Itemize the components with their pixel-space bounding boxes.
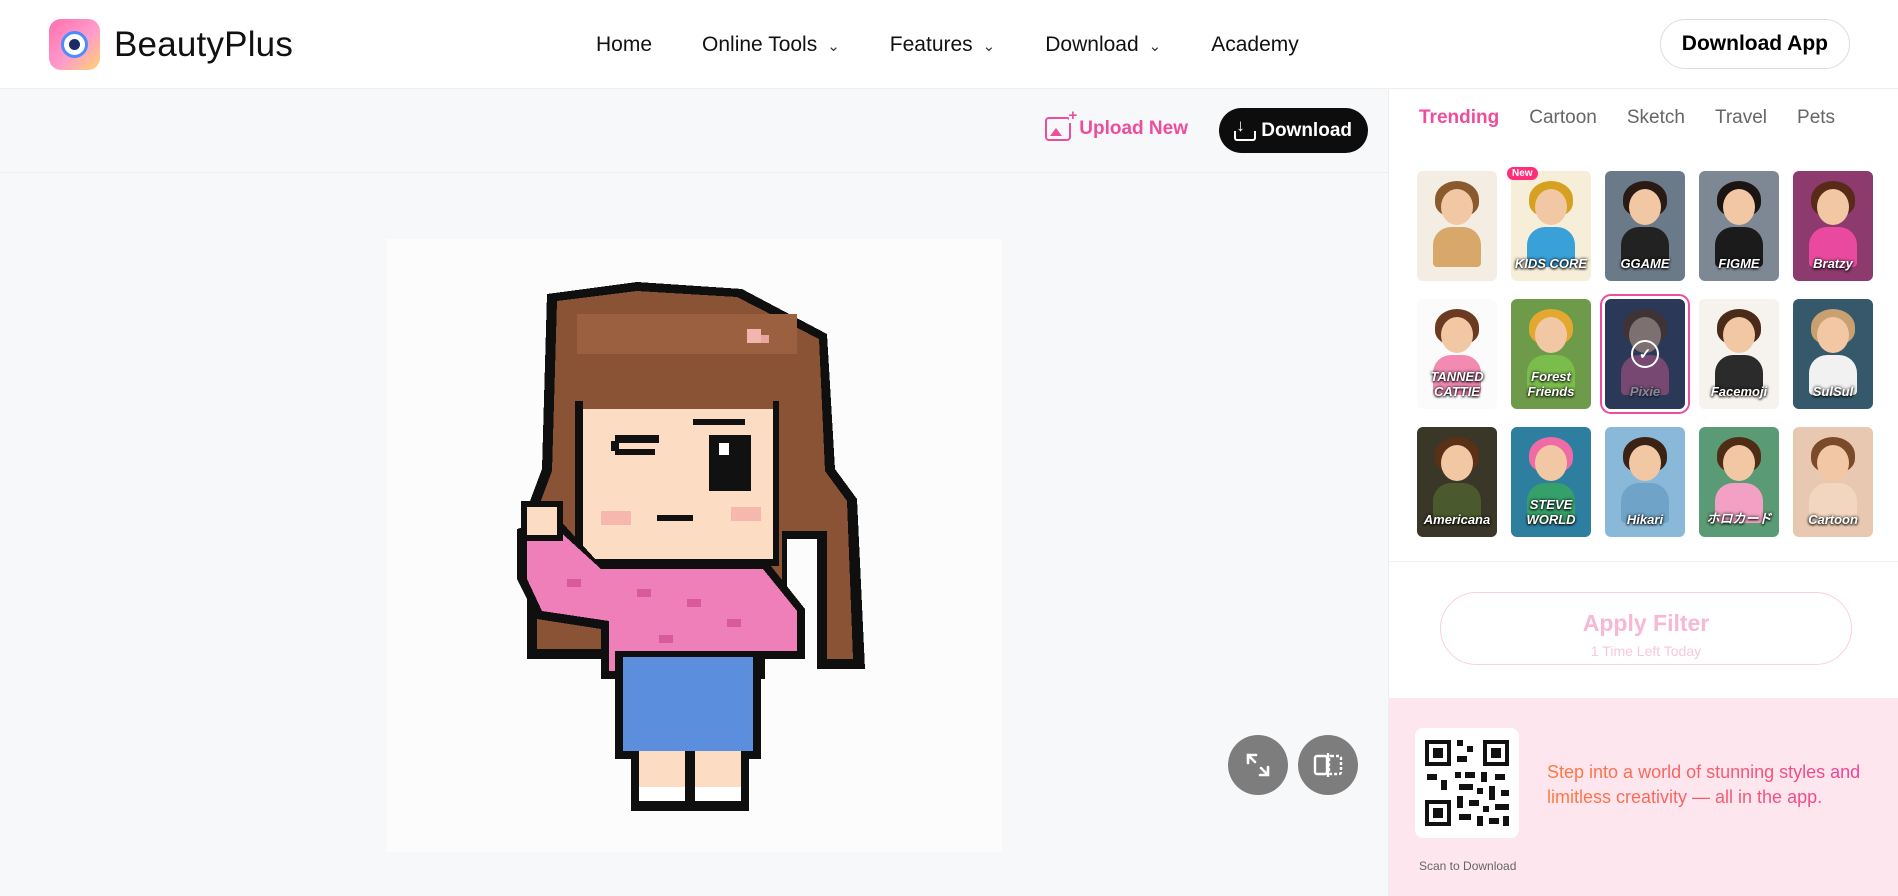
download-label: Download — [1261, 119, 1352, 141]
download-icon — [1233, 116, 1257, 141]
editor-toolbar: Upload New Download — [0, 89, 1388, 173]
thumbnail-body — [1433, 227, 1481, 267]
nav-home[interactable]: Home — [596, 33, 652, 57]
filter-caption: TANNED CATTIE — [1430, 369, 1484, 399]
apply-filter-label: Apply Filter — [1582, 610, 1710, 636]
thumbnail-face — [1441, 189, 1473, 225]
nav-features[interactable]: Features ⌄ — [890, 33, 995, 57]
thumbnail-face — [1441, 445, 1473, 481]
download-app-button[interactable]: Download App — [1659, 19, 1850, 69]
filter-tile[interactable]: Pixie✓ — [1600, 294, 1690, 414]
filter-caption: Cartoon — [1808, 512, 1858, 527]
filter-tile[interactable]: STEVE WORLD — [1511, 427, 1591, 537]
upload-new-button[interactable]: Upload New — [1045, 109, 1188, 141]
thumbnail-face — [1535, 317, 1567, 353]
beautyplus-logo-icon — [49, 19, 100, 70]
filter-caption: ホロカード — [1706, 511, 1772, 526]
filter-caption: Facemoji — [1710, 384, 1768, 399]
download-button[interactable]: Download — [1219, 108, 1368, 153]
filter-tile[interactable]: ホロカード — [1699, 427, 1779, 537]
filter-caption: KIDS CORE — [1514, 256, 1588, 271]
filter-panel: Trending Cartoon Sketch Travel Pets KIDS… — [1388, 89, 1898, 896]
expand-icon — [1246, 753, 1270, 777]
scan-to-download-label: Scan to Download — [1419, 859, 1517, 873]
nav-online-tools-label: Online Tools — [702, 32, 818, 56]
thumbnail-face — [1629, 445, 1661, 481]
main-nav: Home Online Tools ⌄ Features ⌄ Download ⌄ A… — [596, 0, 1349, 89]
filter-tile[interactable]: FIGME — [1699, 171, 1779, 281]
promo-text: Step into a world of stunning styles and… — [1547, 760, 1867, 810]
nav-download[interactable]: Download ⌄ — [1045, 33, 1161, 57]
tab-sketch[interactable]: Sketch — [1627, 107, 1685, 129]
filter-tile[interactable]: SulSul — [1793, 299, 1873, 409]
filter-tile[interactable]: Cartoon — [1793, 427, 1873, 537]
result-image — [387, 239, 1002, 852]
filter-tile[interactable] — [1417, 171, 1497, 281]
thumbnail-face — [1817, 317, 1849, 353]
pixel-girl-image — [517, 282, 865, 811]
upload-new-label: Upload New — [1079, 118, 1188, 139]
thumbnail-face — [1629, 189, 1661, 225]
filter-tile[interactable]: TANNED CATTIE — [1417, 299, 1497, 409]
apply-area: Apply Filter 1 Time Left Today — [1389, 561, 1898, 698]
thumbnail-face — [1817, 189, 1849, 225]
nav-academy-label: Academy — [1211, 32, 1299, 56]
filter-tile[interactable]: Bratzy — [1793, 171, 1873, 281]
fullscreen-button[interactable] — [1228, 735, 1288, 795]
qr-code-icon — [1415, 728, 1519, 838]
brand-logo[interactable]: BeautyPlus — [49, 19, 293, 70]
filter-tile[interactable]: Facemoji — [1699, 299, 1779, 409]
filter-caption: STEVE WORLD — [1526, 497, 1576, 527]
filter-caption: SulSul — [1812, 384, 1854, 399]
top-header: BeautyPlus Home Online Tools ⌄ Features ⌄ … — [0, 0, 1898, 89]
tab-trending[interactable]: Trending — [1419, 107, 1499, 129]
thumbnail-face — [1817, 445, 1849, 481]
filter-caption: Forest Friends — [1527, 369, 1575, 399]
filter-grid: KIDS CORE GGAME FIGME Bratzy TANNED CATTIE Fo… — [1389, 147, 1898, 561]
image-upload-icon — [1045, 109, 1078, 141]
nav-home-label: Home — [596, 32, 653, 56]
tab-cartoon[interactable]: Cartoon — [1529, 107, 1597, 129]
thumbnail-face — [1535, 189, 1567, 225]
nav-academy[interactable]: Academy — [1211, 33, 1299, 57]
filter-caption: GGAME — [1620, 256, 1670, 271]
tab-travel[interactable]: Travel — [1715, 107, 1767, 129]
nav-features-label: Features — [889, 32, 973, 56]
nav-online-tools[interactable]: Online Tools ⌄ — [702, 33, 840, 57]
filter-tile[interactable]: Americana — [1417, 427, 1497, 537]
thumbnail-face — [1723, 189, 1755, 225]
filter-tabs: Trending Cartoon Sketch Travel Pets — [1389, 89, 1898, 147]
editor-canvas-area: Upload New Download — [0, 89, 1388, 896]
chevron-down-icon: ⌄ — [827, 37, 840, 55]
qr-code[interactable] — [1415, 728, 1519, 838]
chevron-down-icon: ⌄ — [1148, 37, 1162, 55]
thumbnail-face — [1441, 317, 1473, 353]
filter-tile[interactable]: Hikari — [1605, 427, 1685, 537]
new-badge: New — [1507, 167, 1538, 180]
app-promo: Scan to Download Step into a world of st… — [1389, 698, 1898, 896]
filter-caption: Americana — [1423, 512, 1491, 527]
checkmark-icon: ✓ — [1631, 340, 1659, 368]
chevron-down-icon: ⌄ — [982, 37, 996, 55]
filter-caption: Bratzy — [1813, 256, 1853, 271]
compare-button[interactable] — [1298, 735, 1358, 795]
brand-name: BeautyPlus — [114, 24, 294, 64]
filter-tile[interactable]: GGAME — [1605, 171, 1685, 281]
remaining-uses-label: 1 Time Left Today — [1590, 643, 1702, 659]
tab-pets[interactable]: Pets — [1797, 107, 1835, 129]
filter-caption: Hikari — [1626, 512, 1664, 527]
filter-caption: FIGME — [1718, 256, 1760, 271]
filter-tile[interactable]: Forest Friends — [1511, 299, 1591, 409]
apply-filter-button[interactable]: Apply Filter 1 Time Left Today — [1440, 592, 1852, 665]
thumbnail-face — [1535, 445, 1567, 481]
thumbnail-face — [1723, 445, 1755, 481]
nav-download-label: Download — [1045, 32, 1139, 56]
filter-tile[interactable]: KIDS CORE — [1511, 171, 1591, 281]
thumbnail-face — [1723, 317, 1755, 353]
compare-icon — [1313, 753, 1343, 777]
